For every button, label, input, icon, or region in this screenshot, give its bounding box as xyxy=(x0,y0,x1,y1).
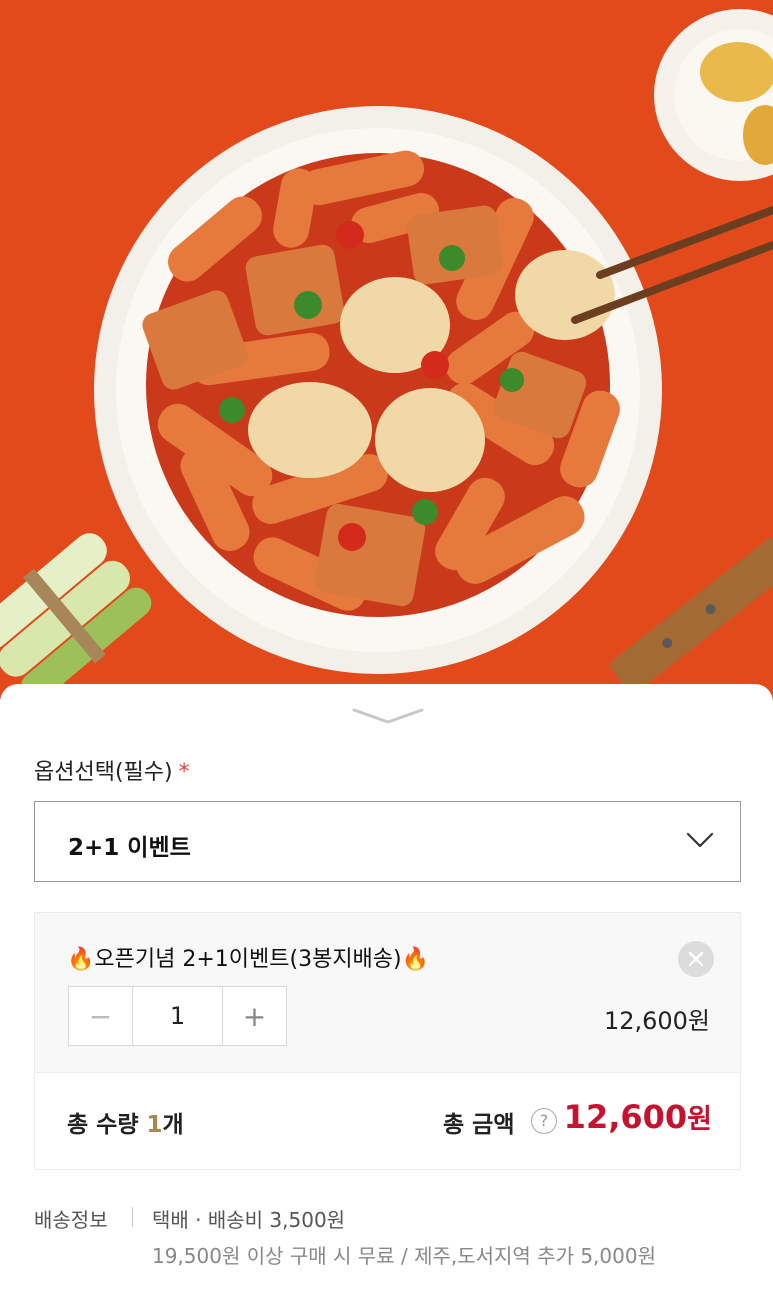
total-amount-unit: 원 xyxy=(687,1104,712,1135)
option-select-value: 2+1 이벤트 xyxy=(68,835,191,861)
total-amount: 12,600원 xyxy=(564,1097,712,1136)
product-image xyxy=(0,0,773,700)
remove-item-button[interactable] xyxy=(678,941,714,977)
total-quantity-value: 1 xyxy=(146,1112,163,1138)
shipping-fee: 택배 · 배송비 3,500원 xyxy=(152,1208,346,1232)
total-amount-value: 12,600 xyxy=(563,1098,688,1136)
shipping-free-condition: 19,500원 이상 구매 시 무료 / 제주,도서지역 추가 5,000원 xyxy=(152,1244,656,1268)
total-amount-label: 총 금액 xyxy=(443,1112,515,1138)
shipping-label: 배송정보 xyxy=(34,1208,108,1232)
required-mark: * xyxy=(178,760,190,785)
divider xyxy=(132,1207,133,1227)
total-summary: 총 수량 1개 총 금액 ? 12,600원 xyxy=(34,1072,741,1170)
total-quantity-unit: 개 xyxy=(162,1112,184,1138)
quantity-stepper: − 1 + xyxy=(68,986,287,1046)
total-quantity: 총 수량 1개 xyxy=(67,1105,184,1139)
total-quantity-label: 총 수량 xyxy=(67,1112,147,1138)
option-label-text: 옵션선택(필수) xyxy=(34,760,173,785)
item-price: 12,600원 xyxy=(603,1007,710,1035)
chevron-down-icon xyxy=(686,832,714,848)
question-icon[interactable]: ? xyxy=(531,1108,557,1134)
decrease-button[interactable]: − xyxy=(69,987,133,1045)
increase-button[interactable]: + xyxy=(222,987,286,1045)
option-label: 옵션선택(필수) * xyxy=(34,754,190,786)
chevron-down-icon[interactable] xyxy=(350,706,426,726)
quantity-value[interactable]: 1 xyxy=(133,987,222,1045)
close-icon xyxy=(688,951,704,967)
option-sheet: 옵션선택(필수) * 2+1 이벤트 🔥오픈기념 2+1이벤트(3봉지배송)🔥 −… xyxy=(0,684,773,1308)
selected-item: 🔥오픈기념 2+1이벤트(3봉지배송)🔥 − 1 + 12,600원 xyxy=(34,912,741,1072)
option-select[interactable]: 2+1 이벤트 xyxy=(34,801,741,882)
item-name: 🔥오픈기념 2+1이벤트(3봉지배송)🔥 xyxy=(67,947,430,972)
